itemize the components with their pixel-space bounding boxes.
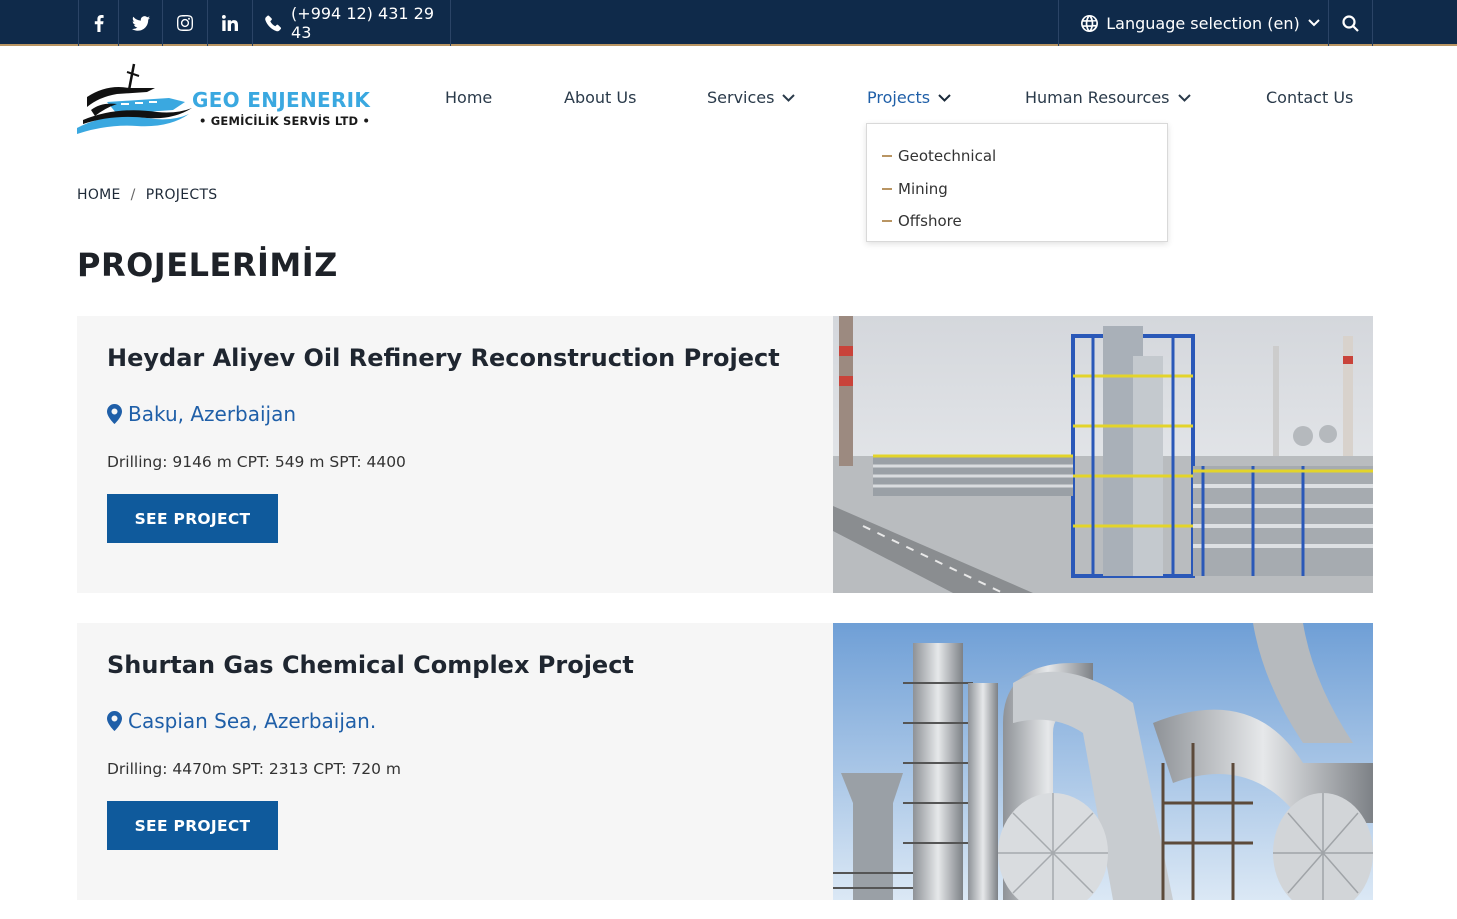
project-location: Caspian Sea, Azerbaijan. [107,709,376,733]
projects-dropdown-menu: Geotechnical Mining Offshore [866,123,1168,242]
breadcrumb-current: PROJECTS [145,187,218,203]
linkedin-icon[interactable] [207,0,252,46]
dash-marker [882,220,892,223]
project-location-text: Baku, Azerbaijan [128,402,297,426]
nav-home-label: Home [445,88,493,107]
nav-services[interactable]: Services [707,88,796,107]
dropdown-item-label: Mining [898,179,948,198]
nav-hr-label: Human Resources [1025,88,1170,107]
nav-contact-label: Contact Us [1266,88,1354,107]
chevron-down-icon [938,93,951,102]
phone-number: (+994 12) 431 29 43 [291,4,434,42]
map-pin-icon [107,404,122,424]
breadcrumb-separator: / [130,187,136,203]
project-title: Shurtan Gas Chemical Complex Project [107,651,634,679]
instagram-icon[interactable] [162,0,207,46]
chevron-down-icon [1177,93,1191,102]
map-pin-icon [107,711,122,731]
page-title: PROJELERİMİZ [77,246,338,284]
project-card: Shurtan Gas Chemical Complex Project Cas… [77,623,1373,900]
nav-human-resources[interactable]: Human Resources [1025,88,1191,107]
project-location: Baku, Azerbaijan [107,402,296,426]
project-title: Heydar Aliyev Oil Refinery Reconstructio… [107,344,780,372]
see-project-button[interactable]: SEE PROJECT [107,801,278,850]
logo-brand-text: GEO ENJENERIK [192,88,371,112]
nav-contact[interactable]: Contact Us [1266,88,1353,107]
dropdown-item-mining[interactable]: Mining [867,173,1167,206]
language-selector[interactable]: Language selection (en) [1058,0,1328,46]
nav-about-label: About Us [564,88,637,107]
top-bar: (+994 12) 431 29 43 Language selection (… [0,0,1457,46]
ship-logo-icon [77,63,192,134]
search-icon [1342,14,1359,32]
nav-projects[interactable]: Projects [867,88,951,107]
nav-services-label: Services [707,88,775,107]
project-stats: Drilling: 4470m SPT: 2313 CPT: 720 m [107,760,401,778]
dropdown-item-label: Geotechnical [898,147,997,166]
phone-icon [265,15,281,31]
logo-sub-text: • GEMİCİLİK SERVİS LTD • [199,114,371,128]
project-stats: Drilling: 9146 m CPT: 549 m SPT: 4400 [107,453,406,471]
see-project-button[interactable]: SEE PROJECT [107,494,278,543]
dropdown-item-label: Offshore [898,212,962,231]
dash-marker [882,187,892,190]
chevron-down-icon [782,93,796,102]
breadcrumb: HOME / PROJECTS [77,187,217,203]
breadcrumb-home[interactable]: HOME [77,187,121,203]
globe-icon [1081,14,1099,32]
dropdown-item-offshore[interactable]: Offshore [867,205,1167,238]
chevron-down-icon [1308,19,1320,27]
dropdown-item-geotechnical[interactable]: Geotechnical [867,140,1167,173]
facebook-icon[interactable] [78,0,118,46]
nav-about[interactable]: About Us [564,88,636,107]
nav-home[interactable]: Home [445,88,492,107]
project-location-text: Caspian Sea, Azerbaijan. [128,709,377,733]
site-logo[interactable]: GEO ENJENERIK • GEMİCİLİK SERVİS LTD • [77,62,387,140]
language-label: Language selection (en) [1106,13,1300,33]
project-card: Heydar Aliyev Oil Refinery Reconstructio… [77,316,1373,593]
phone-link[interactable]: (+994 12) 431 29 43 [252,0,451,46]
nav-projects-label: Projects [867,88,931,107]
refinery-photo [833,316,1373,593]
search-button[interactable] [1328,0,1373,46]
gas-plant-photo [833,623,1373,900]
dash-marker [882,155,892,158]
twitter-icon[interactable] [118,0,162,46]
